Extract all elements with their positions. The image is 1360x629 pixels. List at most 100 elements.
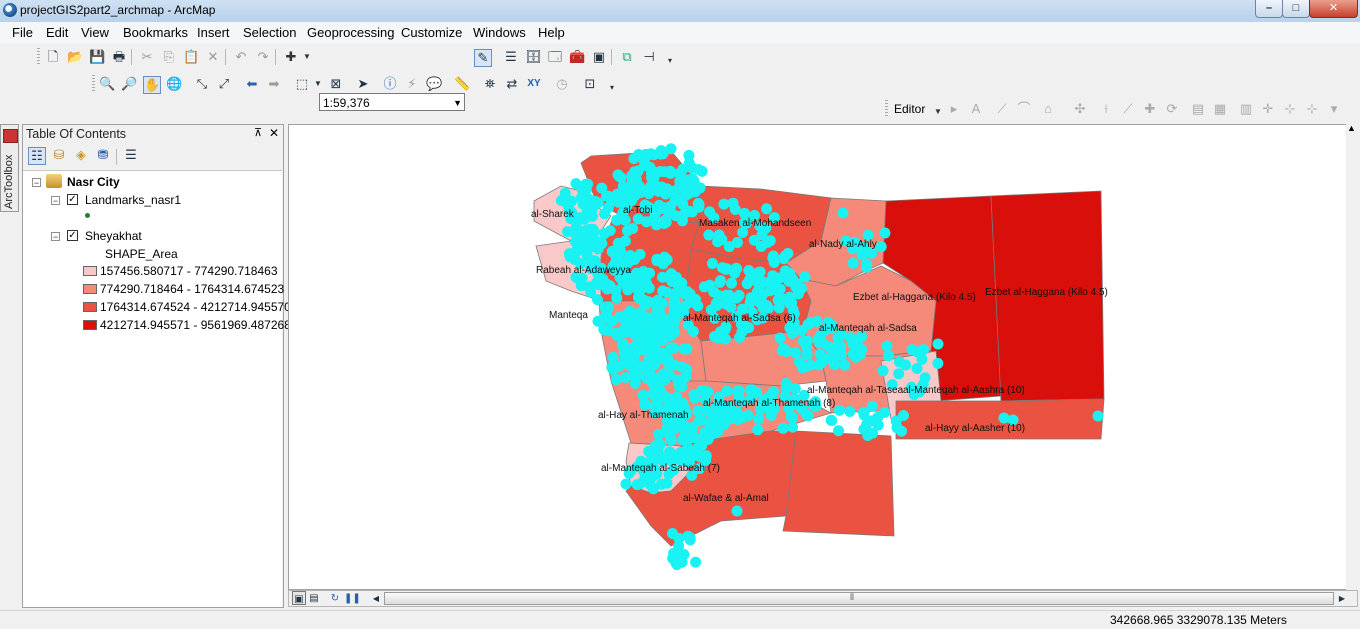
landmark-point[interactable] [932,338,944,350]
collapse-toggle[interactable]: − [51,196,60,206]
undo-icon[interactable]: ↶ [233,49,249,65]
landmark-point[interactable] [789,346,801,358]
horizontal-scrollbar[interactable]: ▣ ▤ ↻ ❚❚ ◀ ⦀ ▶ [288,590,1358,607]
landmark-point[interactable] [918,344,929,356]
landmark-point[interactable] [844,406,856,417]
add-data-dropdown-icon[interactable]: ▼ [299,49,315,65]
landmark-point[interactable] [656,387,667,398]
landmark-point[interactable] [687,421,699,433]
landmark-point[interactable] [679,288,691,300]
scroll-left-arrow-icon[interactable]: ◀ [371,591,381,603]
landmark-point[interactable] [632,165,644,177]
landmark-point[interactable] [580,179,592,191]
full-extent-globe-icon[interactable]: 🌐 [166,76,182,92]
landmark-point[interactable] [761,203,773,215]
landmark-point[interactable] [629,189,641,201]
paste-icon[interactable]: 📋 [183,49,199,65]
landmark-point[interactable] [676,361,688,373]
landmark-point[interactable] [610,254,622,266]
edit-vertices-icon[interactable]: ✣ [1072,101,1088,117]
data-view-icon[interactable]: ▣ [292,591,306,605]
menu-geoprocessing[interactable]: Geoprocessing [307,25,394,40]
collapse-toggle[interactable]: − [51,232,60,242]
landmark-point[interactable] [612,169,624,181]
copy-icon[interactable]: ⎘ [161,49,177,65]
landmark-point[interactable] [676,277,688,289]
landmark-point[interactable] [592,315,604,327]
arctoolbox-window-icon[interactable]: 🧰 [569,49,585,65]
landmark-point[interactable] [677,434,689,446]
toolbar-grip[interactable] [885,100,888,118]
landmark-point[interactable] [731,292,743,304]
create-viewer-window-icon[interactable]: ⊡ [582,76,598,92]
landmark-point[interactable] [634,293,646,305]
landmark-point[interactable] [659,214,671,226]
menu-help[interactable]: Help [538,25,565,40]
table-of-contents-icon[interactable]: ☰ [503,49,519,65]
landmark-point[interactable] [633,275,645,287]
toolbar-grip[interactable] [37,48,40,66]
landmark-point[interactable] [805,359,816,371]
landmark-point[interactable] [890,415,902,427]
list-by-selection-icon[interactable]: ⛃ [95,147,111,163]
landmark-point[interactable] [763,277,775,289]
landmark-point[interactable] [643,324,655,336]
cut-polygons-icon[interactable]: ⟋ [1120,101,1136,117]
landmark-point[interactable] [879,227,891,239]
pause-drawing-icon[interactable]: ❚❚ [344,591,361,604]
landmark-point[interactable] [712,236,724,248]
landmark-point[interactable] [658,372,670,384]
landmark-point[interactable] [698,281,710,293]
landmark-point[interactable] [797,336,809,347]
landmark-point[interactable] [688,432,700,444]
landmark-point[interactable] [621,321,633,333]
landmark-point[interactable] [610,327,622,339]
scroll-right-arrow-icon[interactable]: ▶ [1337,591,1347,603]
landmark-point[interactable] [714,276,726,288]
landmark-point[interactable] [668,299,680,311]
landmark-point[interactable] [652,185,664,197]
list-by-drawing-order-icon[interactable]: ☷ [28,147,46,165]
landmark-point[interactable] [837,207,849,219]
landmark-point[interactable] [665,342,677,354]
editor-toolbar-icon[interactable]: ✎ [474,49,492,67]
menu-windows[interactable]: Windows [473,25,526,40]
toolbar-options-icon[interactable]: ▾ [604,80,620,96]
landmark-point[interactable] [893,356,905,368]
measure-ruler-icon[interactable]: 📏 [454,76,470,92]
landmark-point[interactable] [753,413,765,425]
topology-icon[interactable]: ⊹ [1282,101,1298,117]
catalog-window-icon[interactable]: 🗄 [525,49,542,65]
landmark-point[interactable] [753,266,765,278]
menu-selection[interactable]: Selection [243,25,296,40]
landmark-point[interactable] [847,257,859,269]
straight-segment-icon[interactable]: ⟋ [994,101,1010,117]
list-by-visibility-icon[interactable]: ◈ [73,147,89,163]
data-frame-name[interactable]: Nasr City [67,175,120,189]
select-dropdown-icon[interactable]: ▼ [310,76,326,92]
go-to-xy-icon[interactable]: XY [526,76,542,92]
menu-insert[interactable]: Insert [197,25,230,40]
landmark-point[interactable] [881,340,893,352]
find-binoculars-icon[interactable]: ⛯ [482,76,498,92]
landmark-point[interactable] [661,422,673,434]
landmark-point[interactable] [690,293,701,305]
landmark-point[interactable] [834,404,845,416]
landmark-point[interactable] [620,478,632,490]
create-features-icon[interactable]: ▥ [1238,101,1254,117]
zoom-in-icon[interactable]: 🔍 [99,76,115,92]
minimize-button[interactable]: – [1255,0,1283,18]
landmark-point[interactable] [861,418,873,430]
landmark-point[interactable] [703,229,715,241]
landmark-point[interactable] [677,397,689,409]
toolbar-options-icon[interactable]: ▾ [662,53,678,69]
editor-dropdown-icon[interactable]: ▼ [930,104,946,120]
go-forward-arrow-icon[interactable]: ➡ [266,76,282,92]
editor-extra-icon[interactable]: ⊹ [1304,101,1320,117]
layer-visibility-checkbox[interactable]: ✓ [67,230,78,241]
landmark-point[interactable] [682,186,694,197]
landmark-point[interactable] [601,283,613,295]
landmark-point[interactable] [562,226,573,238]
rotate-icon[interactable]: ⟳ [1164,101,1180,117]
landmark-point[interactable] [893,368,905,380]
